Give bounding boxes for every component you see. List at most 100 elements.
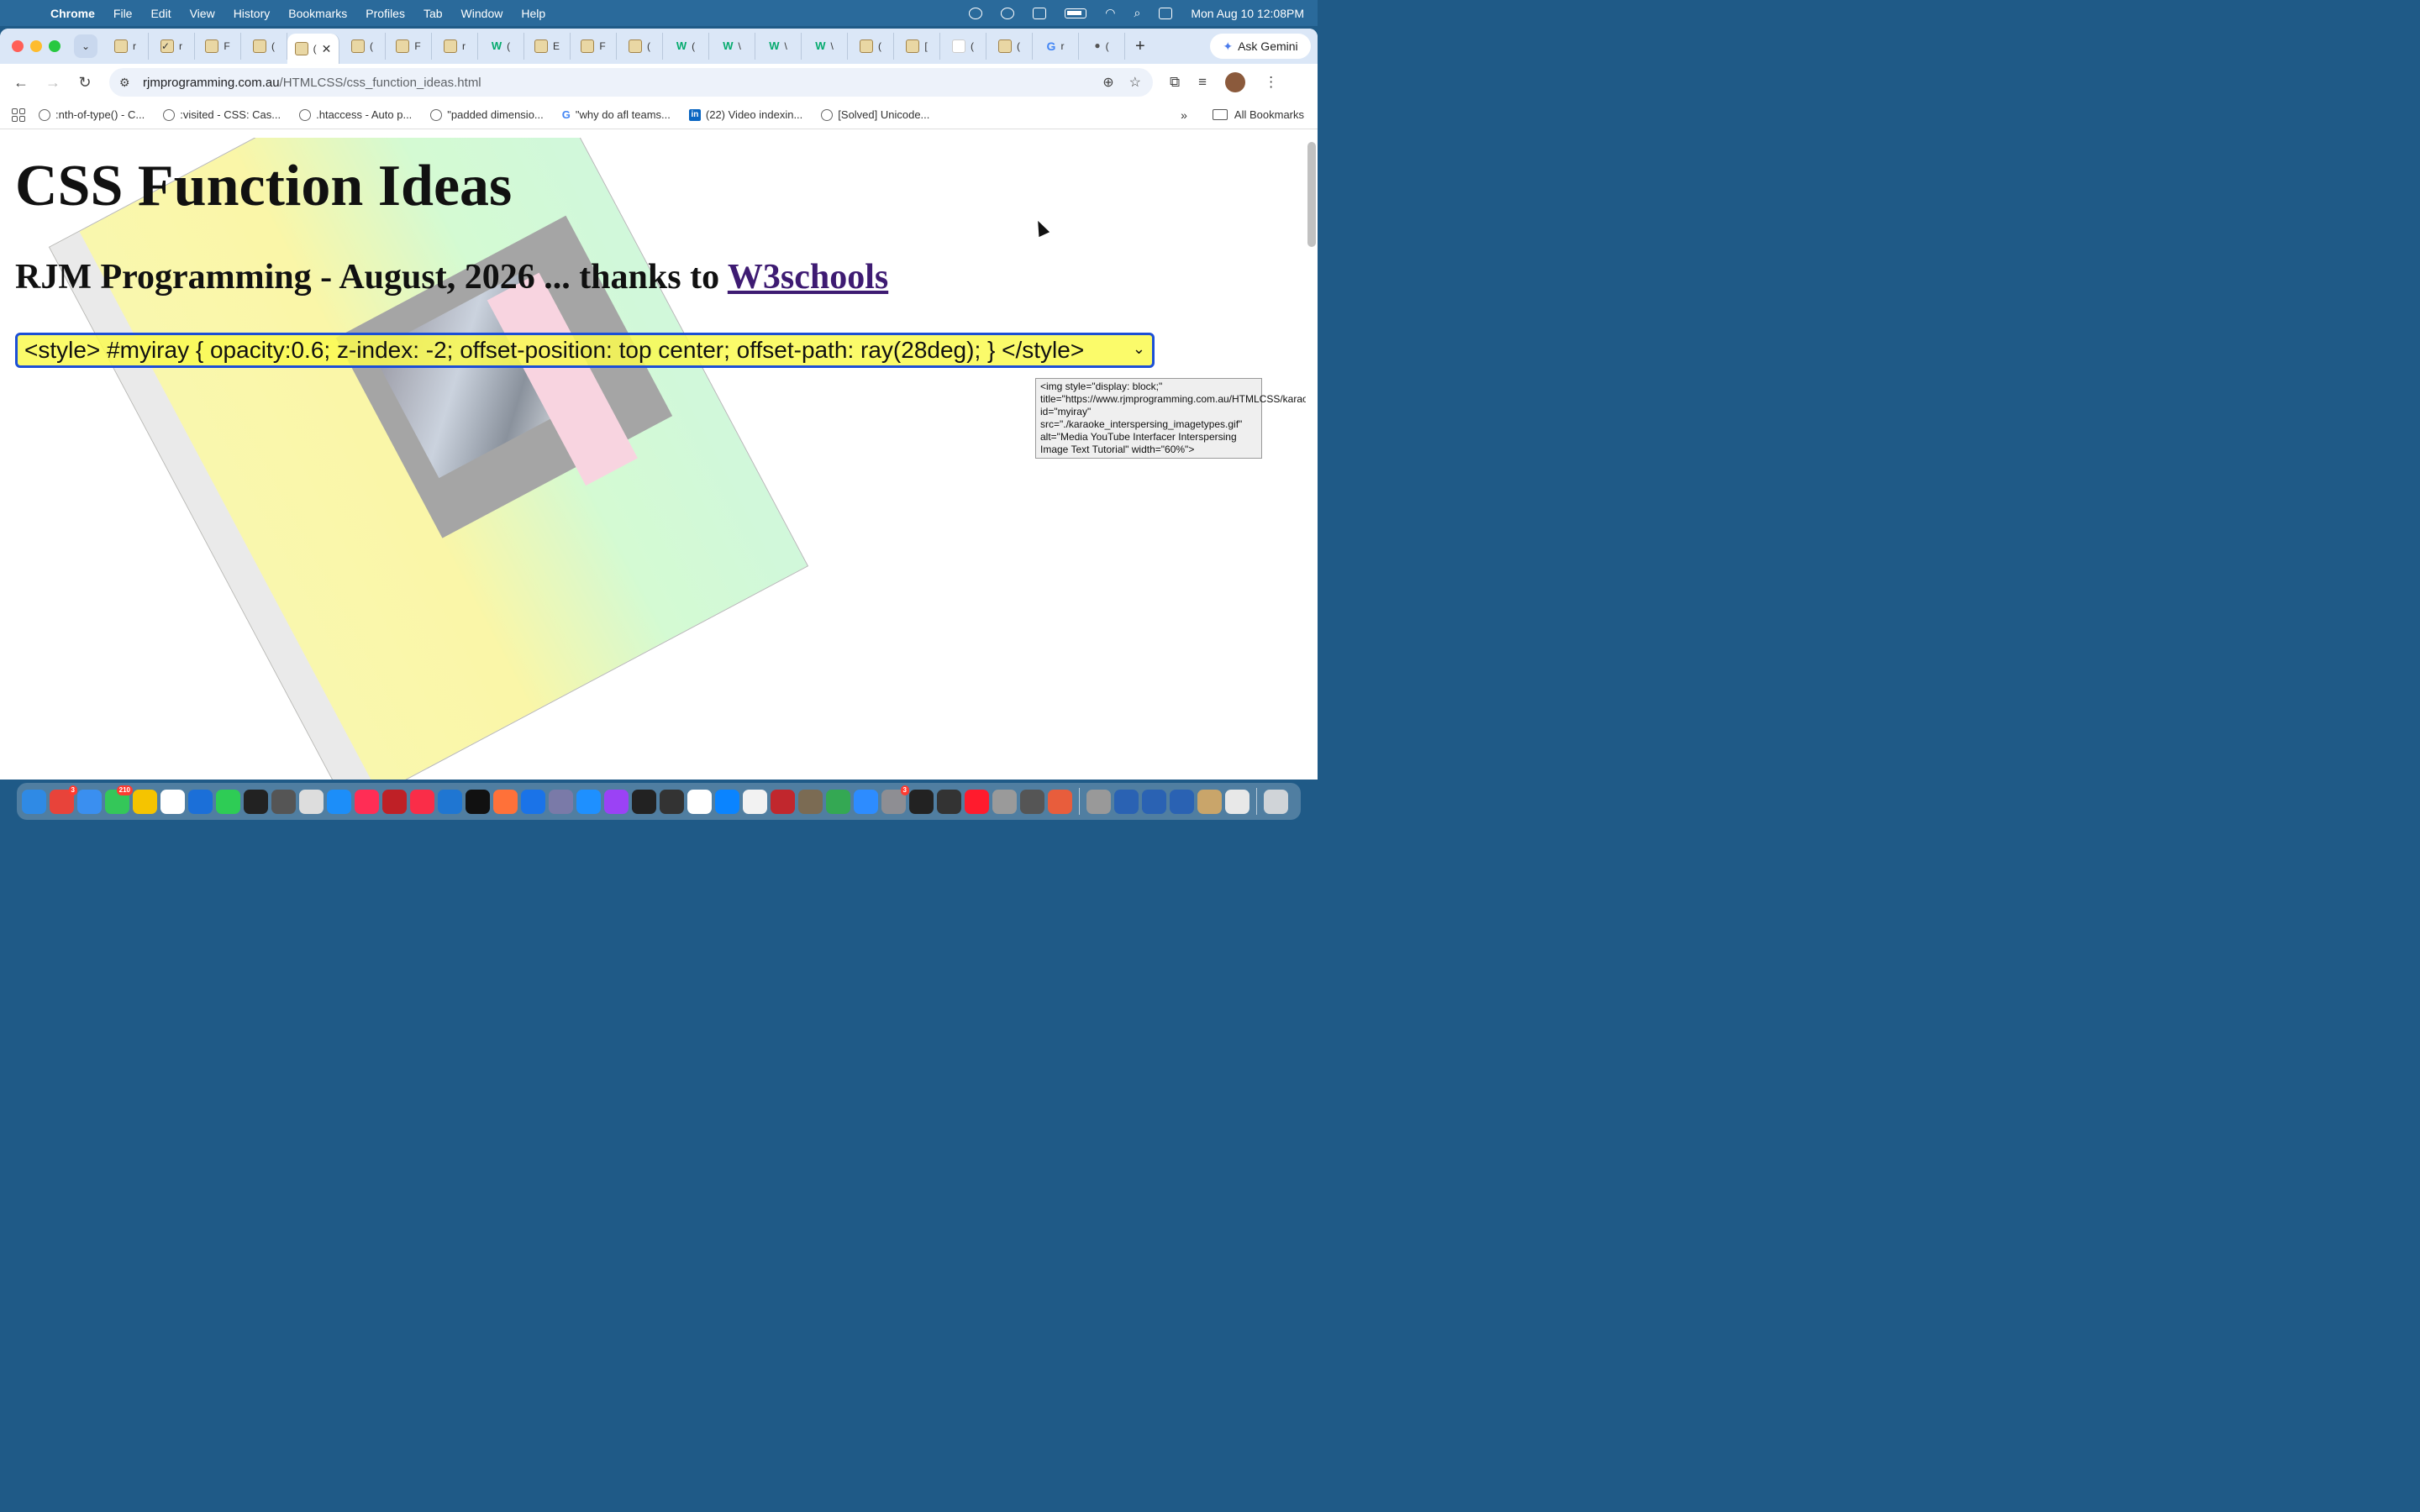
notes-dock-icon[interactable]	[133, 789, 157, 814]
trash-dock-icon[interactable]	[1264, 789, 1288, 814]
apps-grid-icon[interactable]	[12, 108, 25, 122]
app-store-dock-icon[interactable]	[327, 789, 351, 814]
minimize-window-button[interactable]	[30, 40, 42, 52]
freeform-dock-icon[interactable]	[188, 789, 213, 814]
close-tab-icon[interactable]: ✕	[322, 42, 332, 56]
browser-tab[interactable]: ●(	[1079, 33, 1125, 60]
bookmark-item[interactable]: G "why do afl teams...	[562, 108, 671, 121]
zoom-window-button[interactable]	[49, 40, 60, 52]
filezilla-dock-icon[interactable]	[382, 789, 407, 814]
bluetooth-dock-icon[interactable]	[1142, 789, 1166, 814]
facetime-dock-icon[interactable]	[216, 789, 240, 814]
browser-tab[interactable]: (	[940, 33, 986, 60]
browser-tab[interactable]: W(	[663, 33, 709, 60]
menubar-clock[interactable]: Mon Aug 10 12:08PM	[1191, 7, 1304, 20]
browser-tab[interactable]: (	[986, 33, 1033, 60]
zoom-dock-icon[interactable]	[854, 789, 878, 814]
console-dock-icon[interactable]	[660, 789, 684, 814]
back-button[interactable]: ←	[5, 74, 37, 92]
opera-dock-icon[interactable]	[965, 789, 989, 814]
activity-monitor-dock-icon[interactable]	[632, 789, 656, 814]
browser-tab[interactable]: W(	[478, 33, 524, 60]
browser-tab[interactable]: F	[571, 33, 617, 60]
menu-profiles[interactable]: Profiles	[366, 7, 405, 20]
all-bookmarks-button[interactable]: All Bookmarks	[1212, 108, 1304, 121]
mail-dock-icon[interactable]	[77, 789, 102, 814]
profile-avatar[interactable]	[1225, 72, 1246, 92]
davinci-dock-icon[interactable]	[937, 789, 961, 814]
browser-tab[interactable]: (✕	[287, 34, 339, 64]
migration-dock-icon[interactable]	[1170, 789, 1194, 814]
wifi-icon[interactable]: ◠	[1105, 6, 1115, 20]
gimp-2-dock-icon[interactable]	[1020, 789, 1044, 814]
more-menu-icon[interactable]: ⋮	[1264, 74, 1278, 91]
menu-help[interactable]: Help	[521, 7, 545, 20]
menu-bookmarks[interactable]: Bookmarks	[288, 7, 347, 20]
bookmark-item[interactable]: [Solved] Unicode...	[821, 108, 929, 121]
messages-dock-icon[interactable]: 210	[105, 785, 133, 814]
podcasts-dock-icon[interactable]	[604, 789, 629, 814]
finder-2-dock-icon[interactable]	[1114, 789, 1139, 814]
launchpad-dock-icon[interactable]: 3	[50, 785, 77, 814]
bbedit-dock-icon[interactable]	[549, 789, 573, 814]
control-center-icon[interactable]	[1159, 7, 1173, 19]
menu-file[interactable]: File	[113, 7, 133, 20]
zoom-icon[interactable]: ⊕	[1102, 74, 1113, 91]
tv-dock-icon[interactable]	[466, 789, 490, 814]
preview-dock-icon[interactable]	[299, 789, 324, 814]
spotlight-search-icon[interactable]: ⌕	[1134, 6, 1141, 20]
css-function-select[interactable]: <style> #myiray { opacity:0.6; z-index: …	[15, 333, 1155, 368]
browser-tab[interactable]: W \	[709, 33, 755, 60]
news-dock-icon[interactable]	[355, 789, 379, 814]
bookmark-star-icon[interactable]: ☆	[1129, 74, 1141, 91]
address-bar[interactable]: ⚙ rjmprogramming.com.au/HTMLCSS/css_func…	[109, 68, 1153, 97]
w3schools-link[interactable]: W3schools	[728, 258, 888, 297]
tab-search-button[interactable]: ⌄	[74, 34, 97, 58]
browser-tab[interactable]: F	[386, 33, 432, 60]
extensions-icon[interactable]: ⧉	[1170, 74, 1180, 91]
browser-tab[interactable]: (	[241, 33, 287, 60]
disk-utility-dock-icon[interactable]	[1086, 789, 1111, 814]
bookmark-item[interactable]: :visited - CSS: Cas...	[163, 108, 281, 121]
quicktime-dock-icon[interactable]	[715, 789, 739, 814]
menu-tab[interactable]: Tab	[424, 7, 443, 20]
media-controls-icon[interactable]: ≡	[1198, 74, 1207, 91]
reload-button[interactable]: ↻	[69, 74, 101, 92]
browser-tab[interactable]: (	[339, 33, 386, 60]
menu-edit[interactable]: Edit	[150, 7, 171, 20]
browser-tab[interactable]: W \	[755, 33, 802, 60]
chrome-dock-icon[interactable]	[826, 789, 850, 814]
bookmark-item[interactable]: :nth-of-type() - C...	[39, 108, 145, 121]
browser-tab[interactable]: (	[617, 33, 663, 60]
bookmark-item[interactable]: .htaccess - Auto p...	[299, 108, 412, 121]
system-settings-dock-icon[interactable]: 3	[881, 785, 909, 814]
menu-history[interactable]: History	[234, 7, 271, 20]
finder-dock-icon[interactable]	[22, 789, 46, 814]
xcode-dock-icon[interactable]	[438, 789, 462, 814]
gimp-dock-icon[interactable]	[798, 789, 823, 814]
calculator-dock-icon[interactable]	[271, 789, 296, 814]
pinwheel-dock-icon[interactable]	[1048, 789, 1072, 814]
inkscape-dock-icon[interactable]	[909, 789, 934, 814]
bookmark-item[interactable]: in (22) Video indexin...	[688, 108, 802, 121]
new-tab-button[interactable]: +	[1135, 37, 1145, 56]
browser-tab[interactable]: W \	[802, 33, 848, 60]
mx-status-icon[interactable]	[969, 7, 983, 19]
browser-tab[interactable]: F	[195, 33, 241, 60]
browser-tab[interactable]: [	[894, 33, 940, 60]
close-window-button[interactable]	[12, 40, 24, 52]
browser-tab[interactable]: r	[103, 33, 149, 60]
terminal-dock-icon[interactable]	[244, 789, 268, 814]
menu-app-name[interactable]: Chrome	[50, 7, 95, 20]
browser-tab[interactable]: Gr	[1033, 33, 1079, 60]
browser-tab[interactable]: ✓ r	[149, 33, 195, 60]
browser-tab[interactable]: E	[524, 33, 571, 60]
browser-tab[interactable]: r	[432, 33, 478, 60]
sketchbook-dock-icon[interactable]	[771, 789, 795, 814]
site-info-icon[interactable]: ⚙	[119, 76, 134, 90]
safari-dock-icon[interactable]	[576, 789, 601, 814]
xcode-tools-dock-icon[interactable]	[521, 789, 545, 814]
contacts-dock-icon[interactable]	[992, 789, 1017, 814]
ask-gemini-button[interactable]: ✦ Ask Gemini	[1210, 34, 1311, 59]
reminders-dock-icon[interactable]	[160, 789, 185, 814]
